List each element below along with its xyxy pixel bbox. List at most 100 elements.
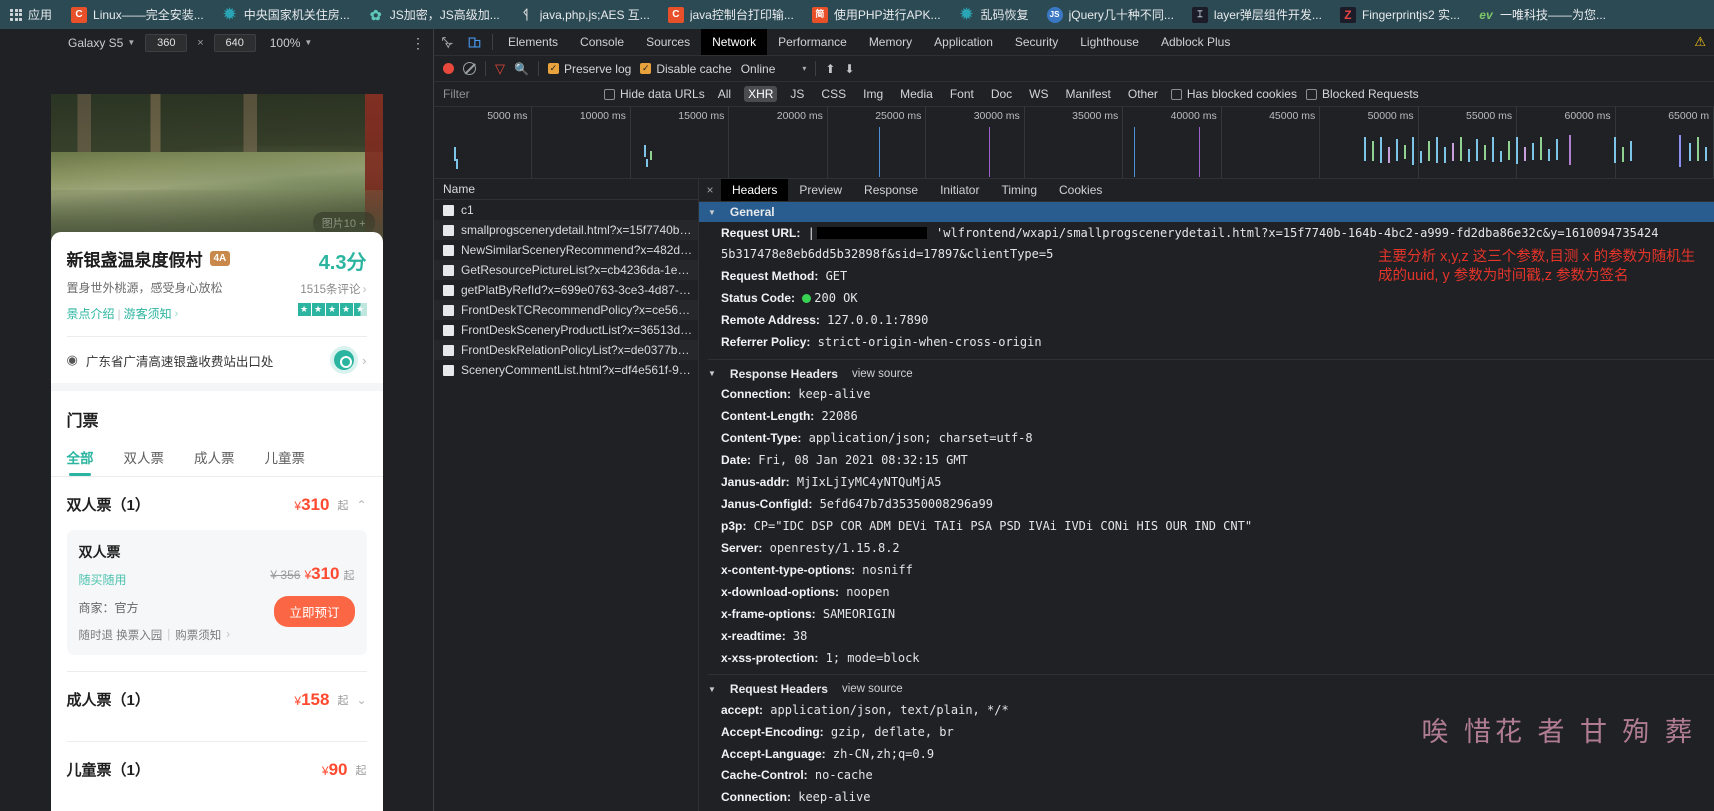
search-icon[interactable]: 🔍 — [514, 62, 529, 76]
bookmark-apps-button[interactable]: 应用 — [4, 3, 62, 27]
bookmark-item-8[interactable]: ⌶ layer弹层组件开发... — [1183, 3, 1331, 27]
request-row[interactable]: FrontDeskRelationPolicyList?x=de0377be-d… — [434, 340, 698, 360]
device-menu-icon[interactable]: ⋮ — [411, 36, 425, 50]
bookmark-item-1[interactable]: ✹ 中央国家机关住房... — [213, 3, 359, 27]
detail-tab-response[interactable]: Response — [853, 179, 929, 201]
filter-type-css[interactable]: CSS — [817, 86, 850, 102]
chevron-up-icon[interactable]: ⌃ — [356, 498, 366, 512]
import-har-icon[interactable]: ⬆ — [825, 62, 835, 76]
product-footer[interactable]: 随时退 换票入园 | 购票须知 › — [79, 627, 355, 643]
filter-type-font[interactable]: Font — [946, 86, 978, 102]
request-headers-section-header[interactable]: ▼ Request Headers view source — [699, 679, 1714, 699]
product-buy-notice[interactable]: 购票须知 — [175, 627, 221, 643]
ticket-group-header-child[interactable]: 儿童票（1） ¥90 起 — [67, 742, 367, 795]
devtools-tab-lighthouse[interactable]: Lighthouse — [1069, 29, 1150, 55]
filter-type-ws[interactable]: WS — [1025, 86, 1052, 102]
toggle-device-toolbar-icon[interactable] — [461, 29, 488, 55]
poi-links[interactable]: 景点介绍 | 游客须知 › — [67, 305, 290, 322]
request-row[interactable]: getPlatByRefId?x=699e0763-3ce3-4d87-ade9… — [434, 280, 698, 300]
bookmark-item-2[interactable]: ✿ JS加密，JS高级加... — [359, 3, 509, 27]
bookmark-item-5[interactable]: 简使用PHP进行APK... — [803, 3, 950, 27]
ticket-group-header-adult[interactable]: 成人票（1） ¥158 起 ⌄ — [67, 672, 367, 725]
view-source-link[interactable]: view source — [842, 683, 903, 695]
device-width-input[interactable]: 360 — [145, 33, 188, 52]
ticket-tab-adult[interactable]: 成人票 — [194, 447, 235, 476]
response-headers-section-header[interactable]: ▼ Response Headers view source — [699, 364, 1714, 384]
disable-cache-checkbox[interactable]: ✓ Disable cache — [640, 62, 732, 76]
phone-viewport[interactable]: 图片10 + 新银盏温泉度假村 4A 置身世外桃源，感受身心放松 景点介绍 | … — [50, 94, 383, 811]
headers-scroll-area[interactable]: ▼ General Request URL: | 'wlfrontend/wxa… — [699, 202, 1714, 811]
devtools-tab-adblock-plus[interactable]: Adblock Plus — [1150, 29, 1241, 55]
devtools-tab-application[interactable]: Application — [923, 29, 1004, 55]
devtools-tab-performance[interactable]: Performance — [767, 29, 858, 55]
ticket-group-header[interactable]: 双人票（1） ¥310 起 ⌃ — [67, 477, 367, 530]
warning-icon[interactable]: ⚠ — [1694, 34, 1706, 50]
request-row[interactable]: c1 — [434, 200, 698, 220]
filter-type-img[interactable]: Img — [859, 86, 887, 102]
throttle-selector[interactable]: Online ▾ — [741, 62, 807, 76]
devtools-tab-sources[interactable]: Sources — [635, 29, 701, 55]
clear-button[interactable] — [463, 62, 476, 75]
filter-type-media[interactable]: Media — [896, 86, 937, 102]
bookmark-item-7[interactable]: JS jQuery几十种不同... — [1038, 3, 1183, 27]
poi-address-row[interactable]: ◉ 广东省广清高速银盏收费站出口处 › — [67, 337, 367, 383]
bookmark-item-4[interactable]: Cjava控制台打印输... — [659, 3, 803, 27]
filter-type-xhr[interactable]: XHR — [744, 86, 778, 102]
request-row[interactable]: GetResourcePictureList?x=cb4236da-1e2a-4… — [434, 260, 698, 280]
chevron-down-icon[interactable]: ⌄ — [356, 693, 366, 707]
export-har-icon[interactable]: ⬇ — [844, 62, 854, 76]
filter-icon[interactable]: ▽ — [495, 61, 505, 77]
ticket-tab-child[interactable]: 儿童票 — [265, 447, 306, 476]
filter-type-js[interactable]: JS — [786, 86, 808, 102]
ticket-tab-couple[interactable]: 双人票 — [124, 447, 165, 476]
general-section-header[interactable]: ▼ General — [699, 202, 1714, 222]
request-row[interactable]: smallprogscenerydetail.html?x=15f7740b-1… — [434, 220, 698, 240]
view-source-link[interactable]: view source — [852, 368, 913, 380]
filter-type-doc[interactable]: Doc — [987, 86, 1016, 102]
devtools-tab-network[interactable]: Network — [701, 29, 768, 55]
link-notice[interactable]: 游客须知 — [124, 305, 172, 322]
filter-type-other[interactable]: Other — [1124, 86, 1162, 102]
devtools-tab-memory[interactable]: Memory — [858, 29, 923, 55]
filter-type-all[interactable]: All — [714, 86, 735, 102]
record-button[interactable] — [443, 63, 454, 74]
filter-input[interactable]: Filter — [443, 87, 595, 101]
inspect-element-icon[interactable] — [434, 29, 461, 55]
detail-tab-cookies[interactable]: Cookies — [1048, 179, 1113, 201]
ticket-tab-all[interactable]: 全部 — [67, 447, 94, 476]
link-intro[interactable]: 景点介绍 — [67, 305, 115, 322]
image-count-badge[interactable]: 图片10 + — [312, 212, 375, 234]
detail-tab-preview[interactable]: Preview — [788, 179, 853, 201]
bookmark-item-0[interactable]: C Linux——完全安装... — [62, 3, 213, 27]
hero-image[interactable]: 图片10 + — [50, 94, 383, 242]
bookmark-item-9[interactable]: Z Fingerprintjs2 实... — [1331, 3, 1469, 27]
devtools-tab-security[interactable]: Security — [1004, 29, 1069, 55]
bookmark-item-10[interactable]: ev 一唯科技——为您... — [1469, 3, 1615, 27]
bookmark-item-3[interactable]: ᛩ java,php,js;AES 互... — [509, 3, 659, 27]
navigate-button[interactable] — [334, 350, 355, 370]
poi-review-count[interactable]: 1515条评论 › — [298, 281, 366, 297]
network-overview-timeline[interactable]: 5000 ms 10000 ms 15000 ms 20000 ms 25000 ms 3… — [434, 107, 1714, 179]
bookmark-item-6[interactable]: ✹ 乱码恢复 — [950, 3, 1038, 27]
close-icon[interactable]: × — [699, 179, 721, 201]
blocked-requests-checkbox[interactable]: Blocked Requests — [1305, 87, 1419, 101]
request-row[interactable]: SceneryCommentList.html?x=df4e561f-9554-… — [434, 360, 698, 380]
request-list-header[interactable]: Name — [434, 179, 698, 200]
preserve-log-checkbox[interactable]: ✓ Preserve log — [547, 62, 631, 76]
hide-data-urls-checkbox[interactable]: Hide data URLs — [604, 87, 705, 101]
detail-tab-initiator[interactable]: Initiator — [929, 179, 990, 201]
book-now-button[interactable]: 立即预订 — [274, 596, 355, 627]
ticket-product-card[interactable]: 双人票 随买随用 商家：官方 随时退 换票入园 | 购票须知 › ¥ 356 ¥… — [66, 530, 367, 655]
zoom-selector[interactable]: 100% ▼ — [270, 36, 313, 50]
request-row[interactable]: NewSimilarSceneryRecommend?x=482de748... — [434, 240, 698, 260]
devtools-tab-console[interactable]: Console — [569, 29, 635, 55]
has-blocked-cookies-checkbox[interactable]: Has blocked cookies — [1170, 87, 1297, 101]
devtools-tab-elements[interactable]: Elements — [497, 29, 569, 55]
request-row[interactable]: FrontDeskSceneryProductList?x=36513dd8-d… — [434, 320, 698, 340]
detail-tab-headers[interactable]: Headers — [721, 179, 789, 201]
device-height-input[interactable]: 640 — [213, 33, 256, 52]
filter-type-manifest[interactable]: Manifest — [1062, 86, 1115, 102]
detail-tab-timing[interactable]: Timing — [990, 179, 1048, 201]
request-row[interactable]: FrontDeskTCRecommendPolicy?x=ce56228f-..… — [434, 300, 698, 320]
device-selector[interactable]: Galaxy S5 ▼ — [68, 36, 135, 50]
